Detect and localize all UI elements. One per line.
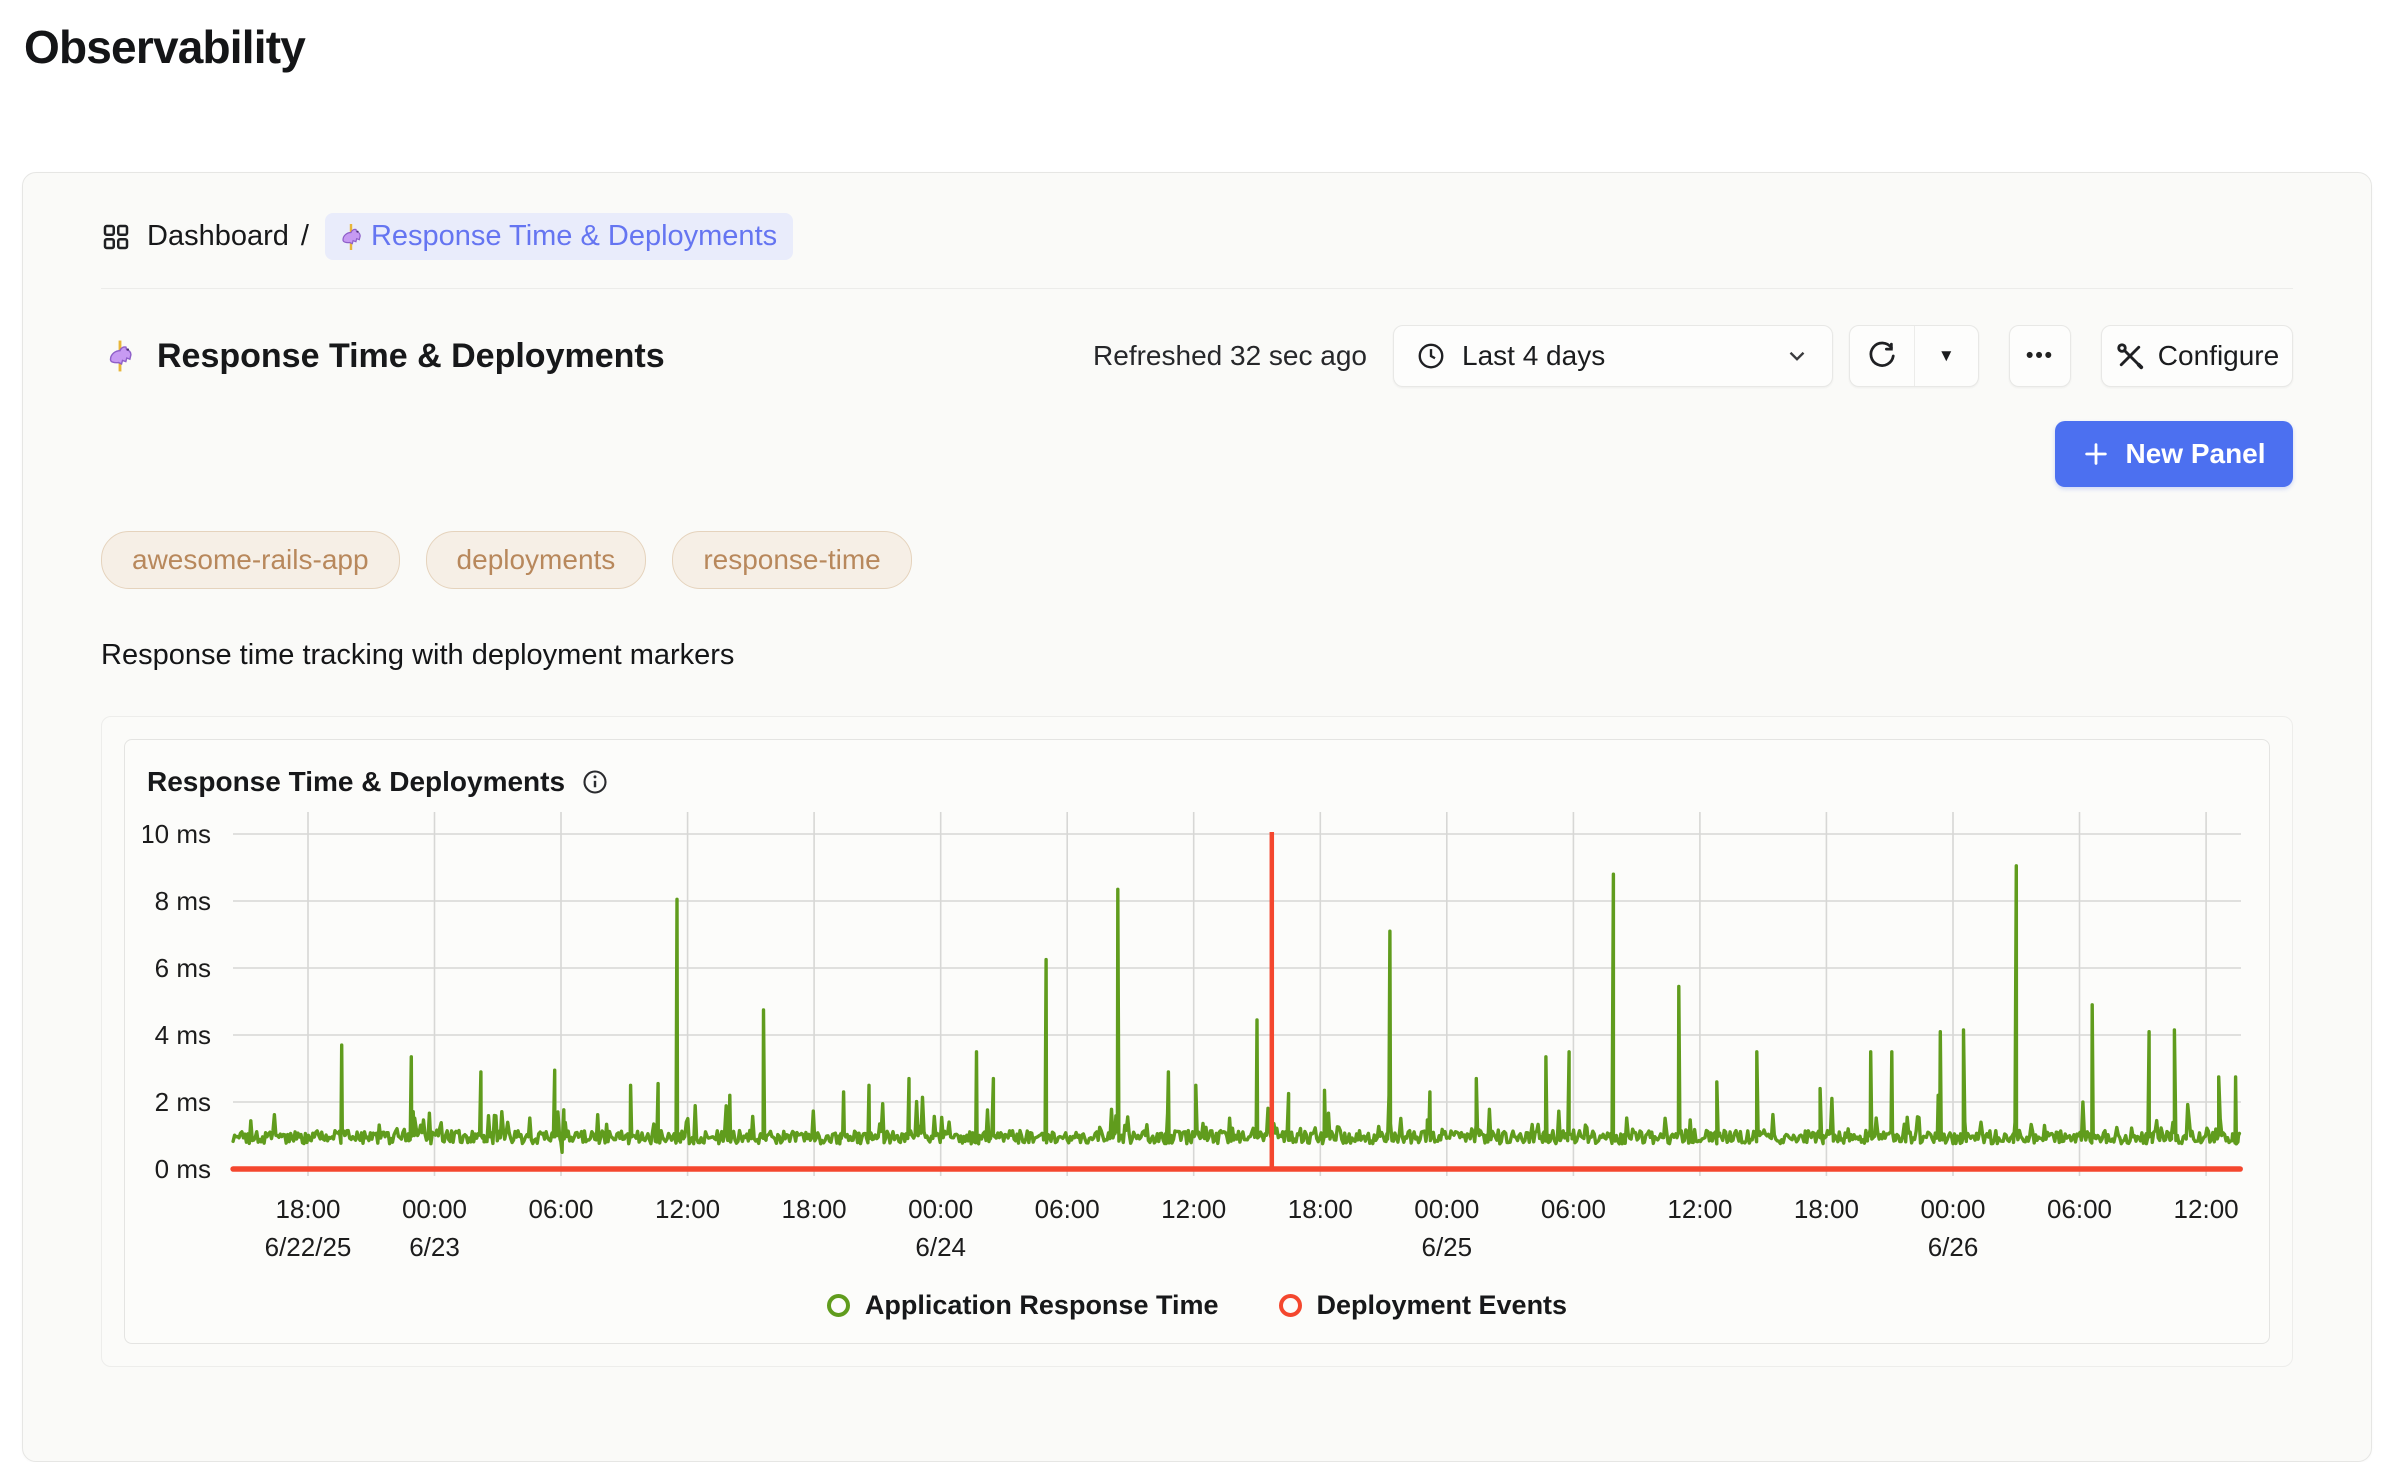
carousel-horse-icon	[335, 221, 367, 253]
ellipsis-icon: •••	[2026, 344, 2054, 368]
legend-application-response-time[interactable]: Application Response Time	[827, 1290, 1219, 1321]
time-range-value: Last 4 days	[1462, 340, 1605, 372]
panel-title-group: Response Time & Deployments	[101, 337, 665, 376]
info-icon[interactable]	[581, 768, 609, 796]
new-panel-button[interactable]: New Panel	[2055, 421, 2293, 487]
svg-text:00:00: 00:00	[1414, 1194, 1479, 1224]
svg-text:6/26: 6/26	[1928, 1232, 1979, 1262]
header-controls: Refreshed 32 sec ago Last 4 days	[1093, 325, 2293, 387]
svg-text:6/25: 6/25	[1421, 1232, 1472, 1262]
divider	[101, 288, 2293, 289]
svg-text:6/23: 6/23	[409, 1232, 460, 1262]
chart-outer-panel: Response Time & Deployments 0 ms 2 ms 4 ms…	[101, 716, 2293, 1367]
svg-text:18:00: 18:00	[275, 1194, 340, 1224]
tag-deployments[interactable]: deployments	[426, 531, 647, 589]
tag-list: awesome-rails-app deployments response-t…	[101, 531, 2293, 589]
page-title: Observability	[24, 20, 2394, 74]
svg-text:12:00: 12:00	[1667, 1194, 1732, 1224]
refresh-button-group: ▼	[1849, 325, 1979, 387]
refresh-dropdown-button[interactable]: ▼	[1914, 326, 1979, 386]
new-panel-row: New Panel	[101, 421, 2293, 487]
svg-text:00:00: 00:00	[402, 1194, 467, 1224]
dashboard-grid-icon	[101, 222, 131, 252]
new-panel-label: New Panel	[2125, 438, 2265, 470]
chart-title-row: Response Time & Deployments	[147, 766, 2251, 798]
svg-text:12:00: 12:00	[1161, 1194, 1226, 1224]
chart-title: Response Time & Deployments	[147, 766, 565, 798]
chevron-down-icon	[1784, 343, 1810, 369]
svg-text:0 ms: 0 ms	[155, 1154, 211, 1184]
carousel-horse-icon	[101, 337, 139, 375]
svg-text:00:00: 00:00	[1920, 1194, 1985, 1224]
svg-text:12:00: 12:00	[655, 1194, 720, 1224]
svg-text:8 ms: 8 ms	[155, 886, 211, 916]
chart-legend: Application Response Time Deployment Eve…	[143, 1290, 2251, 1321]
svg-text:06:00: 06:00	[2047, 1194, 2112, 1224]
breadcrumb-separator: /	[301, 220, 309, 253]
panel-header: Response Time & Deployments Refreshed 32…	[101, 325, 2293, 387]
panel-description: Response time tracking with deployment m…	[101, 639, 2293, 672]
green-circle-icon	[827, 1294, 850, 1317]
clock-icon	[1416, 341, 1446, 371]
tag-response-time[interactable]: response-time	[672, 531, 911, 589]
svg-text:18:00: 18:00	[782, 1194, 847, 1224]
dashboard-card: Dashboard / Response Time & Deployments	[22, 172, 2372, 1462]
response-time-chart[interactable]: 0 ms 2 ms 4 ms 6 ms 8 ms 10 ms 18:00 6/22/25 00:…	[143, 804, 2253, 1286]
svg-text:00:00: 00:00	[908, 1194, 973, 1224]
svg-text:12:00: 12:00	[2174, 1194, 2239, 1224]
svg-text:4 ms: 4 ms	[155, 1020, 211, 1050]
breadcrumb: Dashboard / Response Time & Deployments	[101, 213, 2293, 260]
chart-card: Response Time & Deployments 0 ms 2 ms 4 ms…	[124, 739, 2270, 1344]
svg-text:18:00: 18:00	[1794, 1194, 1859, 1224]
legend-label: Application Response Time	[865, 1290, 1219, 1321]
breadcrumb-current-label: Response Time & Deployments	[371, 220, 777, 253]
refreshed-status: Refreshed 32 sec ago	[1093, 340, 1367, 372]
tag-awesome-rails-app[interactable]: awesome-rails-app	[101, 531, 400, 589]
legend-deployment-events[interactable]: Deployment Events	[1279, 1290, 1568, 1321]
svg-text:6 ms: 6 ms	[155, 953, 211, 983]
caret-down-icon: ▼	[1938, 346, 1955, 366]
more-options-button[interactable]: •••	[2009, 325, 2071, 387]
svg-text:06:00: 06:00	[1035, 1194, 1100, 1224]
refresh-icon	[1867, 341, 1897, 371]
red-circle-icon	[1279, 1294, 1302, 1317]
breadcrumb-current-chip[interactable]: Response Time & Deployments	[325, 213, 793, 260]
tools-icon	[2115, 341, 2145, 371]
time-range-select[interactable]: Last 4 days	[1393, 325, 1833, 387]
svg-text:06:00: 06:00	[528, 1194, 593, 1224]
svg-text:6/24: 6/24	[915, 1232, 966, 1262]
svg-text:18:00: 18:00	[1288, 1194, 1353, 1224]
legend-label: Deployment Events	[1317, 1290, 1568, 1321]
breadcrumb-dashboard-link[interactable]: Dashboard	[147, 220, 289, 253]
page-header-title: Response Time & Deployments	[157, 337, 665, 376]
svg-text:2 ms: 2 ms	[155, 1087, 211, 1117]
plus-icon	[2082, 440, 2110, 468]
configure-button[interactable]: Configure	[2101, 325, 2293, 387]
refresh-button[interactable]	[1850, 326, 1914, 386]
svg-text:6/22/25: 6/22/25	[265, 1232, 352, 1262]
configure-label: Configure	[2158, 340, 2279, 372]
svg-text:10 ms: 10 ms	[143, 819, 211, 849]
svg-text:06:00: 06:00	[1541, 1194, 1606, 1224]
